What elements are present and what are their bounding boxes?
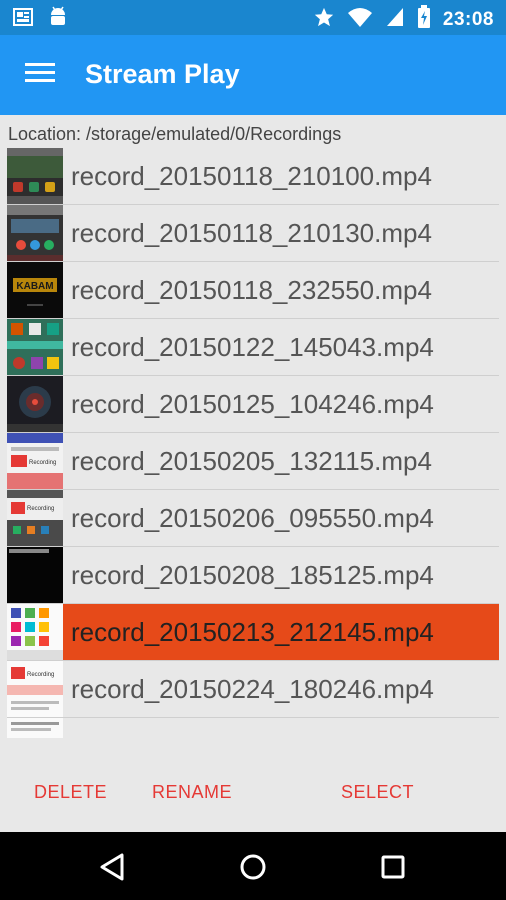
app-title: Stream Play	[85, 59, 240, 89]
video-thumbnail	[7, 604, 63, 660]
file-row-selected[interactable]: record_20150213_212145.mp4	[7, 604, 499, 661]
home-icon[interactable]	[236, 850, 270, 884]
file-list: record_20150118_210100.mp4 record_201501…	[7, 148, 499, 738]
select-button[interactable]: SELECT	[341, 782, 414, 803]
navigation-bar	[0, 832, 506, 900]
file-name: record_20150125_104246.mp4	[71, 389, 434, 419]
clock: 23:08	[442, 8, 494, 30]
android-icon	[48, 6, 68, 33]
file-name: record_20150224_180246.mp4	[71, 674, 434, 704]
video-thumbnail	[7, 205, 63, 261]
file-name: record_20150208_185125.mp4	[71, 560, 434, 590]
app-bar: Stream Play	[0, 35, 506, 115]
file-row[interactable]: record_20150118_210130.mp4	[7, 205, 499, 262]
video-thumbnail: Recording	[7, 661, 63, 717]
status-bar: 23:08	[0, 0, 506, 35]
hamburger-menu-icon[interactable]	[25, 63, 55, 87]
file-row[interactable]: Recording record_20150224_180246.mp4	[7, 661, 499, 718]
video-thumbnail	[7, 718, 63, 738]
kabam-logo: KABAM	[16, 281, 53, 292]
rename-button[interactable]: RENAME	[152, 782, 232, 803]
back-icon[interactable]	[96, 850, 130, 884]
file-row[interactable]: Recording record_20150206_095550.mp4	[7, 490, 499, 547]
battery-charging-icon	[417, 5, 431, 34]
file-row[interactable]: Recording record_20150205_132115.mp4	[7, 433, 499, 490]
file-row-partial[interactable]	[7, 718, 499, 738]
wifi-icon	[347, 6, 373, 33]
file-name: record_20150213_212145.mp4	[71, 617, 434, 647]
file-row[interactable]: record_20150118_210100.mp4	[7, 148, 499, 205]
file-name: record_20150205_132115.mp4	[71, 446, 432, 476]
file-name: record_20150118_232550.mp4	[71, 275, 432, 305]
file-name: record_20150122_145043.mp4	[71, 332, 434, 362]
signal-icon	[385, 6, 405, 33]
file-row[interactable]: record_20150208_185125.mp4	[7, 547, 499, 604]
file-row[interactable]: record_20150125_104246.mp4	[7, 376, 499, 433]
star-icon	[313, 6, 335, 33]
file-name: record_20150206_095550.mp4	[71, 503, 434, 533]
video-thumbnail	[7, 148, 63, 204]
video-thumbnail: Recording	[7, 433, 63, 489]
thumbnail-caption: Recording	[27, 672, 54, 678]
location-path: Location: /storage/emulated/0/Recordings	[8, 124, 342, 144]
video-thumbnail: Recording	[7, 490, 63, 546]
video-thumbnail: KABAM	[7, 262, 63, 318]
action-bar: DELETE RENAME SELECT	[0, 770, 506, 816]
screen-cast-icon	[12, 6, 34, 33]
thumbnail-caption: Recording	[27, 506, 54, 512]
file-name: record_20150118_210100.mp4	[71, 161, 432, 191]
file-row[interactable]: KABAM record_20150118_232550.mp4	[7, 262, 499, 319]
thumbnail-caption: Recording	[29, 460, 56, 466]
video-thumbnail	[7, 319, 63, 375]
file-row[interactable]: record_20150122_145043.mp4	[7, 319, 499, 376]
video-thumbnail	[7, 547, 63, 603]
delete-button[interactable]: DELETE	[34, 782, 107, 803]
video-thumbnail	[7, 376, 63, 432]
recents-icon[interactable]	[376, 850, 410, 884]
file-name: record_20150118_210130.mp4	[71, 218, 432, 248]
